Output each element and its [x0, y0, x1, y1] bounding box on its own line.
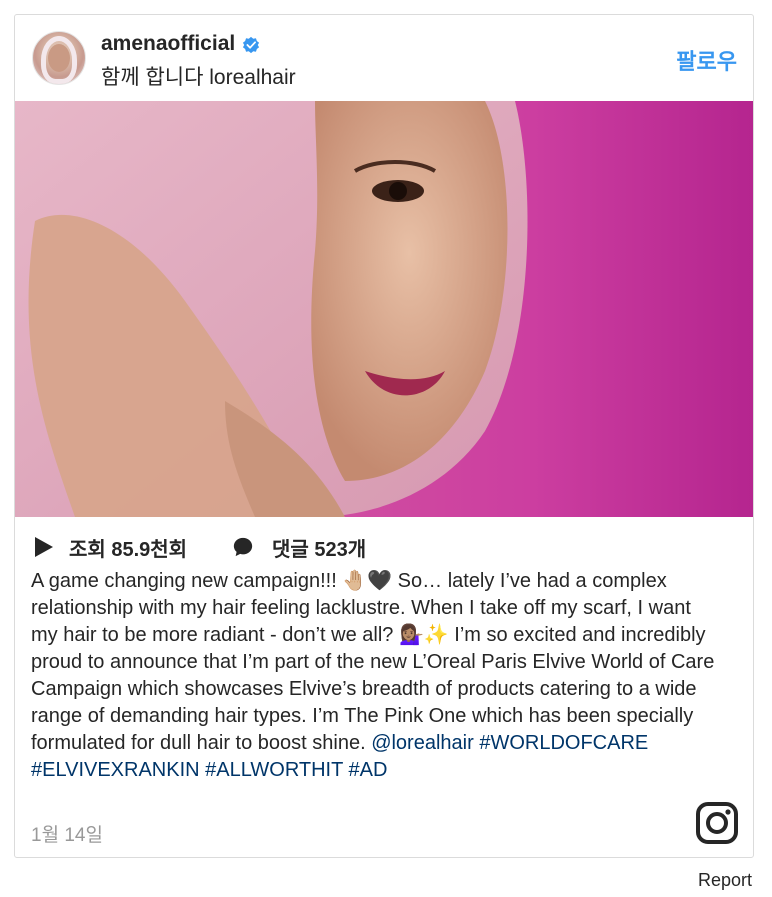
username[interactable]: amenaofficial — [101, 32, 235, 56]
caption-text: A game changing new campaign!!! 🤚🏼🖤 So… … — [31, 570, 715, 754]
avatar[interactable] — [32, 31, 86, 85]
post-header: amenaofficial 함께 합니다 lorealhair 팔로우 — [15, 15, 753, 102]
post-caption: A game changing new campaign!!! 🤚🏼🖤 So… … — [31, 568, 721, 784]
post-date: 1월 14일 — [31, 825, 103, 846]
comment-bubble-icon — [233, 537, 253, 557]
hashtag-link[interactable]: #ELVIVEXRANKIN — [31, 759, 200, 781]
play-icon — [35, 537, 53, 557]
view-count: 조회 85.9천회 — [69, 539, 188, 561]
comment-count[interactable]: 댓글 523개 — [272, 533, 366, 562]
hashtag-link[interactable]: #WORLDOFCARE — [479, 732, 648, 754]
hashtag-link[interactable]: #AD — [349, 759, 388, 781]
mention-link[interactable]: @lorealhair — [371, 732, 474, 754]
hashtag-link[interactable]: #ALLWORTHIT — [205, 759, 343, 781]
follow-button[interactable]: 팔로우 — [676, 44, 737, 76]
collab-subtitle: 함께 합니다 lorealhair — [101, 66, 296, 89]
report-link[interactable]: Report — [698, 870, 752, 891]
verified-badge-icon — [242, 36, 260, 54]
post-photo[interactable] — [15, 101, 753, 517]
instagram-embed-card: amenaofficial 함께 합니다 lorealhair 팔로우 조회 8… — [14, 14, 754, 858]
instagram-logo-icon[interactable] — [695, 801, 739, 845]
